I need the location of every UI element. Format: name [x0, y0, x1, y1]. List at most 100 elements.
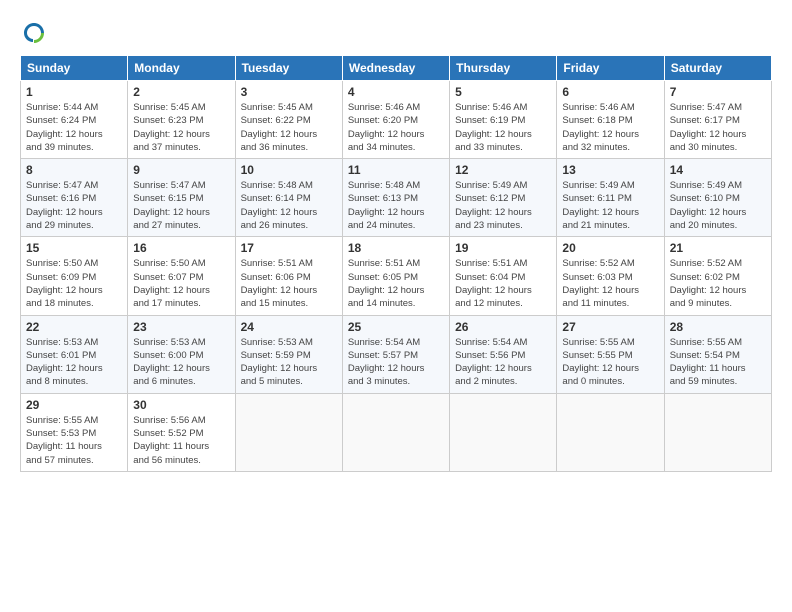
table-cell: 22 Sunrise: 5:53 AMSunset: 6:01 PMDayligh…	[21, 315, 128, 393]
day-number: 22	[26, 320, 122, 334]
day-number: 27	[562, 320, 658, 334]
table-cell	[342, 393, 449, 471]
day-detail: Sunrise: 5:53 AMSunset: 6:01 PMDaylight:…	[26, 336, 122, 389]
day-detail: Sunrise: 5:47 AMSunset: 6:15 PMDaylight:…	[133, 179, 229, 232]
day-number: 24	[241, 320, 337, 334]
table-cell: 5 Sunrise: 5:46 AMSunset: 6:19 PMDaylight…	[450, 81, 557, 159]
col-friday: Friday	[557, 56, 664, 81]
calendar-week-2: 8 Sunrise: 5:47 AMSunset: 6:16 PMDaylight…	[21, 159, 772, 237]
table-cell: 4 Sunrise: 5:46 AMSunset: 6:20 PMDaylight…	[342, 81, 449, 159]
table-cell: 29 Sunrise: 5:55 AMSunset: 5:53 PMDayligh…	[21, 393, 128, 471]
table-cell: 24 Sunrise: 5:53 AMSunset: 5:59 PMDayligh…	[235, 315, 342, 393]
day-number: 11	[348, 163, 444, 177]
day-number: 28	[670, 320, 766, 334]
day-detail: Sunrise: 5:46 AMSunset: 6:18 PMDaylight:…	[562, 101, 658, 154]
day-number: 16	[133, 241, 229, 255]
day-detail: Sunrise: 5:47 AMSunset: 6:17 PMDaylight:…	[670, 101, 766, 154]
table-cell: 12Sunrise: 5:49 AMSunset: 6:12 PMDayligh…	[450, 159, 557, 237]
day-number: 5	[455, 85, 551, 99]
day-number: 29	[26, 398, 122, 412]
day-detail: Sunrise: 5:53 AMSunset: 5:59 PMDaylight:…	[241, 336, 337, 389]
table-cell	[557, 393, 664, 471]
day-number: 8	[26, 163, 122, 177]
table-cell: 20 Sunrise: 5:52 AMSunset: 6:03 PMDayligh…	[557, 237, 664, 315]
day-detail: Sunrise: 5:51 AMSunset: 6:05 PMDaylight:…	[348, 257, 444, 310]
day-number: 13	[562, 163, 658, 177]
day-detail: Sunrise: 5:56 AMSunset: 5:52 PMDaylight:…	[133, 414, 229, 467]
page: Sunday Monday Tuesday Wednesday Thursday…	[0, 0, 792, 612]
day-number: 1	[26, 85, 122, 99]
table-cell: 11 Sunrise: 5:48 AMSunset: 6:13 PMDayligh…	[342, 159, 449, 237]
day-number: 25	[348, 320, 444, 334]
col-saturday: Saturday	[664, 56, 771, 81]
col-tuesday: Tuesday	[235, 56, 342, 81]
day-detail: Sunrise: 5:51 AMSunset: 6:04 PMDaylight:…	[455, 257, 551, 310]
day-detail: Sunrise: 5:51 AMSunset: 6:06 PMDaylight:…	[241, 257, 337, 310]
table-cell: 9 Sunrise: 5:47 AMSunset: 6:15 PMDaylight…	[128, 159, 235, 237]
day-number: 20	[562, 241, 658, 255]
table-cell: 7 Sunrise: 5:47 AMSunset: 6:17 PMDaylight…	[664, 81, 771, 159]
day-detail: Sunrise: 5:54 AMSunset: 5:56 PMDaylight:…	[455, 336, 551, 389]
day-number: 10	[241, 163, 337, 177]
day-detail: Sunrise: 5:50 AMSunset: 6:09 PMDaylight:…	[26, 257, 122, 310]
col-sunday: Sunday	[21, 56, 128, 81]
table-cell: 16 Sunrise: 5:50 AMSunset: 6:07 PMDayligh…	[128, 237, 235, 315]
table-cell: 14 Sunrise: 5:49 AMSunset: 6:10 PMDayligh…	[664, 159, 771, 237]
day-number: 18	[348, 241, 444, 255]
day-number: 19	[455, 241, 551, 255]
day-number: 17	[241, 241, 337, 255]
table-cell: 6 Sunrise: 5:46 AMSunset: 6:18 PMDaylight…	[557, 81, 664, 159]
table-cell: 26 Sunrise: 5:54 AMSunset: 5:56 PMDayligh…	[450, 315, 557, 393]
day-number: 3	[241, 85, 337, 99]
day-number: 14	[670, 163, 766, 177]
day-number: 15	[26, 241, 122, 255]
calendar-header-row: Sunday Monday Tuesday Wednesday Thursday…	[21, 56, 772, 81]
col-wednesday: Wednesday	[342, 56, 449, 81]
table-cell: 2Sunrise: 5:45 AMSunset: 6:23 PMDaylight…	[128, 81, 235, 159]
day-detail: Sunrise: 5:46 AMSunset: 6:19 PMDaylight:…	[455, 101, 551, 154]
table-cell: 18 Sunrise: 5:51 AMSunset: 6:05 PMDayligh…	[342, 237, 449, 315]
table-cell: 21Sunrise: 5:52 AMSunset: 6:02 PMDayligh…	[664, 237, 771, 315]
table-cell: 19 Sunrise: 5:51 AMSunset: 6:04 PMDayligh…	[450, 237, 557, 315]
day-detail: Sunrise: 5:47 AMSunset: 6:16 PMDaylight:…	[26, 179, 122, 232]
day-number: 30	[133, 398, 229, 412]
table-cell: 10 Sunrise: 5:48 AMSunset: 6:14 PMDayligh…	[235, 159, 342, 237]
table-cell: 30 Sunrise: 5:56 AMSunset: 5:52 PMDayligh…	[128, 393, 235, 471]
table-cell: 8 Sunrise: 5:47 AMSunset: 6:16 PMDaylight…	[21, 159, 128, 237]
day-detail: Sunrise: 5:54 AMSunset: 5:57 PMDaylight:…	[348, 336, 444, 389]
day-number: 23	[133, 320, 229, 334]
day-detail: Sunrise: 5:48 AMSunset: 6:14 PMDaylight:…	[241, 179, 337, 232]
table-cell: 23 Sunrise: 5:53 AMSunset: 6:00 PMDayligh…	[128, 315, 235, 393]
day-detail: Sunrise: 5:45 AMSunset: 6:22 PMDaylight:…	[241, 101, 337, 154]
table-cell	[664, 393, 771, 471]
day-detail: Sunrise: 5:52 AMSunset: 6:02 PMDaylight:…	[670, 257, 766, 310]
day-number: 9	[133, 163, 229, 177]
day-detail: Sunrise: 5:52 AMSunset: 6:03 PMDaylight:…	[562, 257, 658, 310]
day-detail: Sunrise: 5:53 AMSunset: 6:00 PMDaylight:…	[133, 336, 229, 389]
day-detail: Sunrise: 5:44 AMSunset: 6:24 PMDaylight:…	[26, 101, 122, 154]
calendar-week-1: 1 Sunrise: 5:44 AMSunset: 6:24 PMDaylight…	[21, 81, 772, 159]
day-number: 4	[348, 85, 444, 99]
day-number: 26	[455, 320, 551, 334]
day-detail: Sunrise: 5:55 AMSunset: 5:54 PMDaylight:…	[670, 336, 766, 389]
day-detail: Sunrise: 5:48 AMSunset: 6:13 PMDaylight:…	[348, 179, 444, 232]
day-number: 12	[455, 163, 551, 177]
day-detail: Sunrise: 5:55 AMSunset: 5:55 PMDaylight:…	[562, 336, 658, 389]
logo	[20, 19, 52, 47]
day-number: 6	[562, 85, 658, 99]
table-cell: 28 Sunrise: 5:55 AMSunset: 5:54 PMDayligh…	[664, 315, 771, 393]
day-number: 7	[670, 85, 766, 99]
calendar-week-5: 29 Sunrise: 5:55 AMSunset: 5:53 PMDayligh…	[21, 393, 772, 471]
calendar-week-4: 22 Sunrise: 5:53 AMSunset: 6:01 PMDayligh…	[21, 315, 772, 393]
table-cell: 17 Sunrise: 5:51 AMSunset: 6:06 PMDayligh…	[235, 237, 342, 315]
col-monday: Monday	[128, 56, 235, 81]
day-detail: Sunrise: 5:50 AMSunset: 6:07 PMDaylight:…	[133, 257, 229, 310]
day-detail: Sunrise: 5:46 AMSunset: 6:20 PMDaylight:…	[348, 101, 444, 154]
calendar-table: Sunday Monday Tuesday Wednesday Thursday…	[20, 55, 772, 472]
day-detail: Sunrise: 5:49 AMSunset: 6:10 PMDaylight:…	[670, 179, 766, 232]
calendar-week-3: 15 Sunrise: 5:50 AMSunset: 6:09 PMDayligh…	[21, 237, 772, 315]
table-cell	[235, 393, 342, 471]
header	[20, 15, 772, 47]
day-detail: Sunrise: 5:55 AMSunset: 5:53 PMDaylight:…	[26, 414, 122, 467]
day-number: 2	[133, 85, 229, 99]
